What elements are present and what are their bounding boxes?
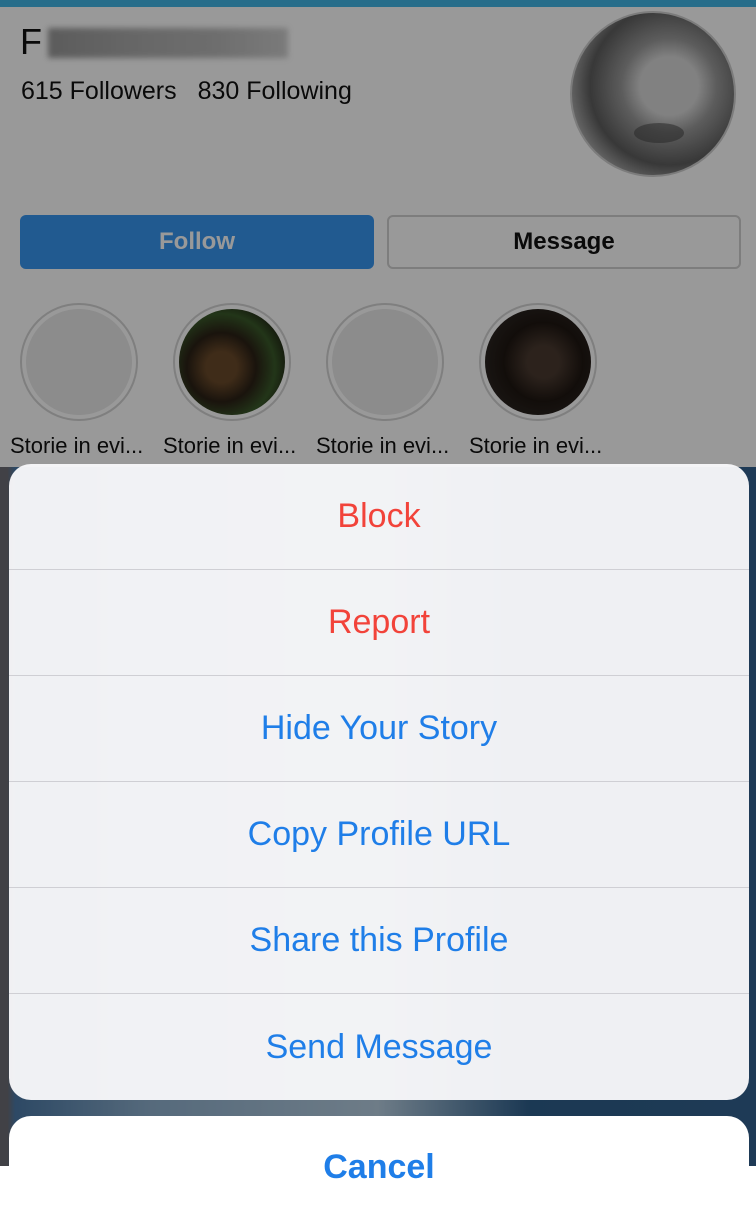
- send-message-button[interactable]: Send Message: [9, 994, 749, 1100]
- share-profile-button[interactable]: Share this Profile: [9, 888, 749, 994]
- block-button[interactable]: Block: [9, 464, 749, 570]
- cancel-button[interactable]: Cancel: [9, 1116, 749, 1216]
- hide-your-story-button[interactable]: Hide Your Story: [9, 676, 749, 782]
- report-button[interactable]: Report: [9, 570, 749, 676]
- copy-profile-url-button[interactable]: Copy Profile URL: [9, 782, 749, 888]
- action-sheet: Block Report Hide Your Story Copy Profil…: [9, 464, 749, 1100]
